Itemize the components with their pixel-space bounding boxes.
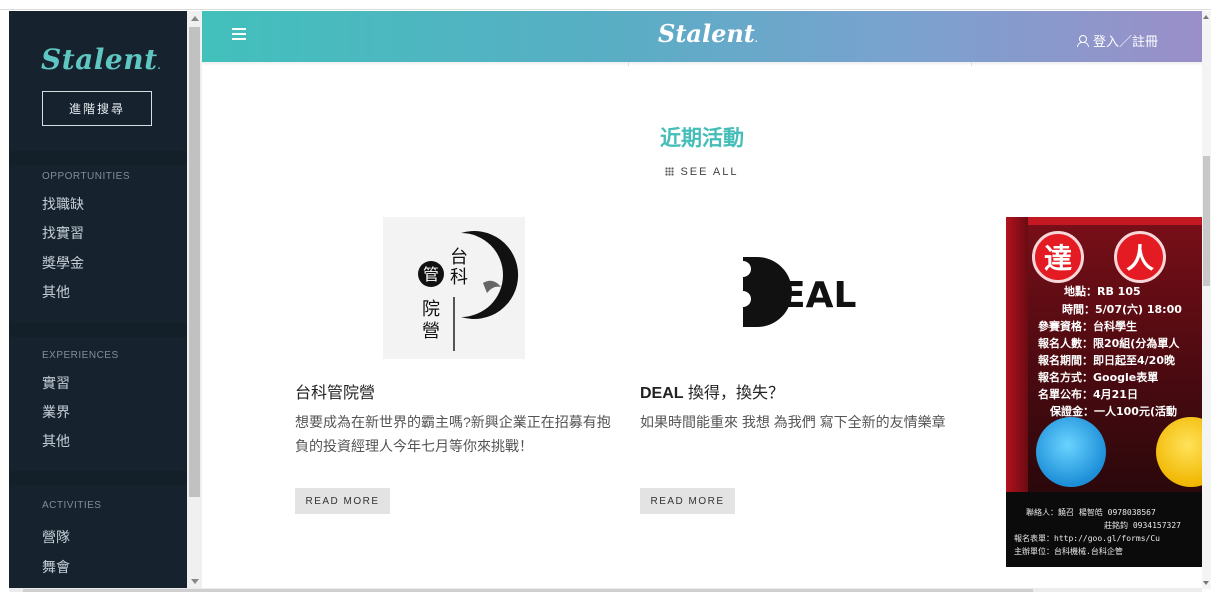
top-header: Stalent. 登入／註冊	[202, 11, 1202, 62]
poster-curtain	[1006, 217, 1202, 225]
read-more-button[interactable]: READ MORE	[640, 488, 735, 514]
header-brand-logo[interactable]: Stalent.	[658, 19, 758, 48]
ntust-management-camp-logo: 管 台 科 院 營	[383, 217, 525, 359]
scroll-up-arrow-icon[interactable]	[191, 16, 199, 21]
poster-footer-line: 報名表單：http://goo.gl/forms/Cu	[1014, 534, 1160, 543]
grid-icon	[665, 167, 675, 176]
sidebar-section-opportunities: OPPORTUNITIES	[42, 171, 130, 182]
page-scrollbar[interactable]	[1202, 11, 1211, 589]
scroll-down-arrow-icon[interactable]	[1203, 581, 1209, 585]
deal-logo: EAL	[729, 217, 871, 359]
logo-char-tai: 台	[450, 247, 468, 268]
header-shadow	[202, 62, 1202, 66]
sidebar-divider	[9, 323, 187, 337]
sidebar-item-jobs[interactable]: 找職缺	[42, 194, 84, 214]
nav-separator	[971, 62, 972, 66]
sidebar-item-internships[interactable]: 找實習	[42, 223, 84, 243]
poster-text-line: 報名人數：限20組(分為單人	[1038, 337, 1180, 350]
poster-text-line: 名單公布：4月21日	[1038, 388, 1138, 401]
event-poster-image[interactable]: 達 人 地點：RB 105 時間：5/07(六) 18:00 參賽資格：台科學生…	[1006, 217, 1202, 567]
sidebar-logo[interactable]: Stalent.	[41, 43, 161, 76]
scroll-down-arrow-icon[interactable]	[191, 579, 199, 584]
sidebar-item-other-experiences[interactable]: 其他	[42, 431, 70, 451]
horizontal-scrollbar[interactable]	[9, 588, 1202, 592]
poster-footer-line: 主辦單位：台科機械.台科企管	[1014, 547, 1123, 556]
card-title[interactable]: DEAL 換得，換失？	[640, 379, 784, 403]
page-scroll-thumb[interactable]	[1203, 156, 1210, 286]
user-icon	[1076, 34, 1089, 47]
card-image[interactable]: EAL	[729, 217, 871, 359]
poster-text-line: 報名期間：即日起至4/20晚	[1038, 354, 1175, 367]
section-title: 近期活動	[660, 125, 744, 150]
sidebar-item-camps[interactable]: 營隊	[42, 527, 70, 547]
sidebar-item-dances[interactable]: 舞會	[42, 557, 70, 577]
login-label: 登入／註冊	[1092, 34, 1158, 49]
window-top-edge	[0, 0, 1211, 10]
sidebar-divider	[9, 151, 187, 165]
logo-char-ke: 科	[450, 267, 468, 288]
sidebar-scrollbar[interactable]	[187, 11, 202, 589]
blue-bird-character-icon	[1036, 417, 1106, 487]
poster-curtain	[1006, 217, 1028, 497]
see-all-label: SEE ALL	[680, 166, 739, 178]
poster-text-line: 時間：5/07(六) 18:00	[1062, 303, 1182, 316]
browser-viewport: Stalent. 進階搜尋 OPPORTUNITIES 找職缺 找實習 獎學金 …	[0, 0, 1211, 592]
poster-text-line: 報名方式：Google表單	[1038, 371, 1159, 384]
poster-text-line: 地點：RB 105	[1064, 285, 1141, 298]
login-register-link[interactable]: 登入／註冊	[1076, 31, 1158, 50]
sidebar-item-industry[interactable]: 業界	[42, 402, 70, 422]
card-description: 想要成為在新世界的霸主嗎?新興企業正在招募有抱負的投資經理人今年七月等你來挑戰！	[295, 414, 611, 454]
see-all-link[interactable]: SEE ALL	[202, 166, 1202, 178]
sidebar-item-other-opportunities[interactable]: 其他	[42, 282, 70, 302]
logo-char-yuan: 院	[422, 299, 440, 320]
logo-char-ying: 營	[422, 321, 440, 342]
read-more-button[interactable]: READ MORE	[295, 488, 390, 514]
scroll-up-arrow-icon[interactable]	[1203, 15, 1209, 19]
poster-footer-line: 莊銘鈞 0934157327	[1104, 521, 1181, 530]
sidebar-item-internship-exp[interactable]: 實習	[42, 373, 70, 393]
poster-footer-line: 聯絡人：饒召 楊智皓 0978038567	[1026, 508, 1156, 517]
nav-separator	[628, 62, 629, 66]
poster-badge: 達	[1032, 231, 1084, 283]
card-description: 如果時間能重來 我想 為我們 寫下全新的友情樂章	[640, 414, 946, 430]
poster-text-line: 參賽資格：台科學生	[1038, 320, 1137, 333]
advanced-search-button[interactable]: 進階搜尋	[42, 91, 152, 126]
sidebar-scroll-thumb[interactable]	[189, 27, 200, 497]
sidebar: Stalent. 進階搜尋 OPPORTUNITIES 找職缺 找實習 獎學金 …	[9, 11, 187, 589]
card-image[interactable]: 管 台 科 院 營	[383, 217, 525, 359]
sidebar-divider	[9, 471, 187, 485]
hamburger-menu-icon[interactable]	[232, 28, 246, 40]
logo-char-guan: 管	[423, 265, 439, 284]
poster-badge: 人	[1114, 231, 1166, 283]
deal-text: EAL	[781, 275, 856, 316]
card-title[interactable]: 台科管院營	[295, 379, 375, 403]
sidebar-item-scholarships[interactable]: 獎學金	[42, 253, 84, 273]
sidebar-section-experiences: EXPERIENCES	[42, 350, 119, 361]
sidebar-section-activities: ACTIVITIES	[42, 500, 102, 511]
